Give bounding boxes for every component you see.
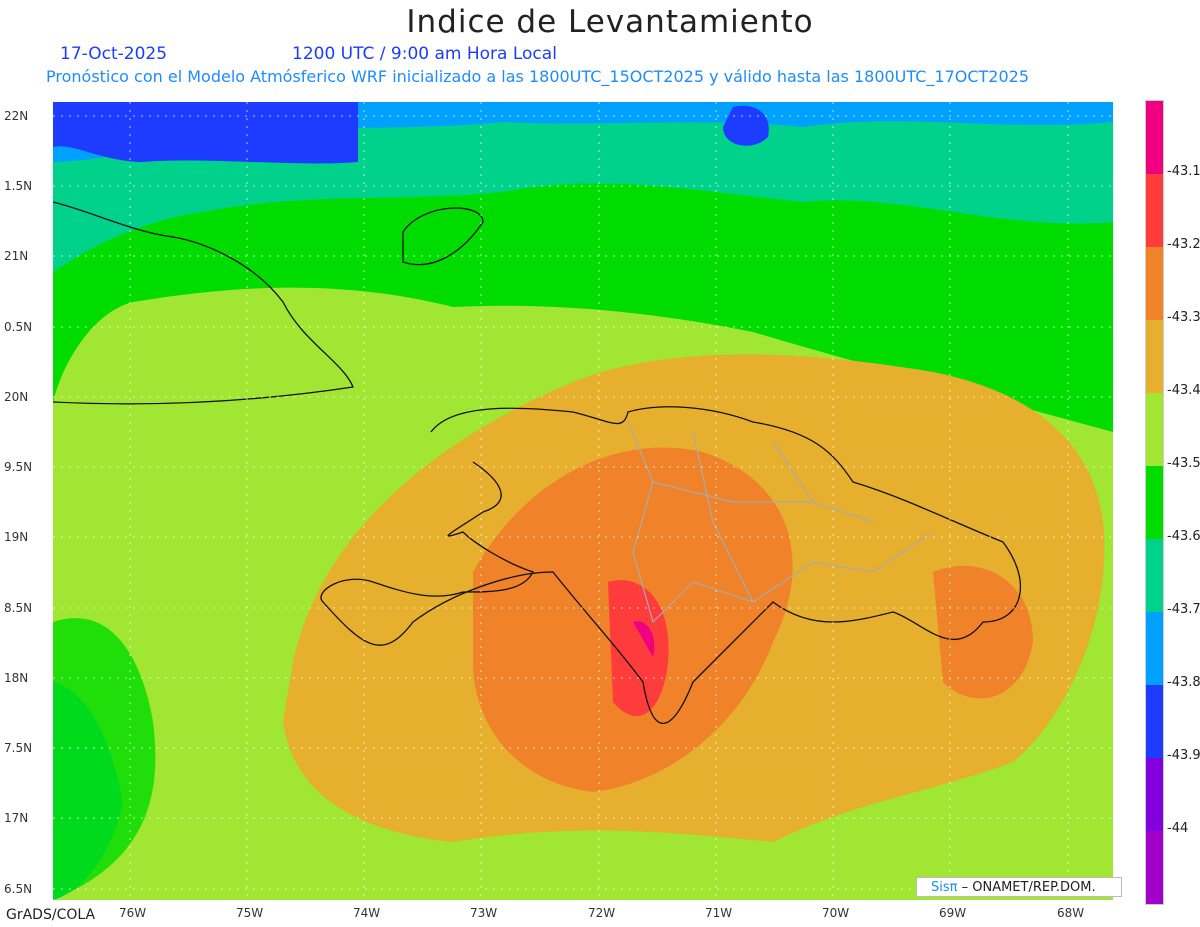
colorbar-label: -43.4 — [1167, 383, 1200, 398]
colorbar-label: -43.5 — [1167, 456, 1200, 471]
colorbar — [1145, 100, 1164, 905]
colorbar-swatch — [1146, 247, 1163, 320]
lat-label: 8.5N — [4, 601, 33, 615]
forecast-time: 1200 UTC / 9:00 am Hora Local — [292, 44, 557, 64]
lon-label: 76W — [119, 906, 147, 920]
lat-label: 22N — [4, 109, 29, 123]
lon-label: 74W — [353, 906, 381, 920]
forecast-date: 17-Oct-2025 — [60, 44, 168, 64]
lat-label: 9.5N — [4, 460, 33, 474]
lon-label: 71W — [705, 906, 733, 920]
lon-label: 73W — [470, 906, 498, 920]
grads-footer: GrADS/COLA — [6, 907, 96, 923]
lon-label: 75W — [236, 906, 264, 920]
colorbar-swatch — [1146, 831, 1163, 904]
lat-label: 17N — [4, 811, 29, 825]
colorbar-swatch — [1146, 320, 1163, 393]
lat-label: 20N — [4, 390, 29, 404]
colorbar-swatch — [1146, 685, 1163, 758]
lat-label: 7.5N — [4, 741, 33, 755]
colorbar-swatch — [1146, 174, 1163, 247]
colorbar-label: -43.3 — [1167, 310, 1200, 325]
colorbar-label: -43.6 — [1167, 529, 1200, 544]
colorbar-label: -43.1 — [1167, 164, 1200, 179]
colorbar-label: -43.7 — [1167, 602, 1200, 617]
lat-label: 0.5N — [4, 320, 33, 334]
lon-label: 72W — [588, 906, 616, 920]
field-blue — [53, 102, 358, 164]
colorbar-label: -43.9 — [1167, 748, 1200, 763]
lat-label: 19N — [4, 530, 29, 544]
lat-label: 1.5N — [4, 179, 33, 193]
lon-label: 70W — [822, 906, 850, 920]
credit-text: – ONAMET/REP.DOM. — [961, 880, 1096, 895]
lat-label: 6.5N — [4, 882, 33, 896]
map-title: Indice de Levantamiento — [406, 4, 814, 40]
lifted-index-map — [53, 102, 1113, 900]
sisp-logo: Sisπ — [931, 880, 958, 895]
colorbar-swatch — [1146, 466, 1163, 539]
lat-label: 18N — [4, 671, 29, 685]
lat-label: 21N — [4, 249, 29, 263]
lon-label: 68W — [1057, 906, 1085, 920]
colorbar-swatch — [1146, 758, 1163, 831]
lon-label: 69W — [939, 906, 967, 920]
colorbar-swatch — [1146, 539, 1163, 612]
colorbar-swatch — [1146, 612, 1163, 685]
colorbar-swatch — [1146, 393, 1163, 466]
credit-box: Sisπ – ONAMET/REP.DOM. — [916, 877, 1122, 897]
colorbar-label: -43.2 — [1167, 237, 1200, 252]
colorbar-swatch — [1146, 101, 1163, 174]
forecast-subtitle: Pronóstico con el Modelo Atmósferico WRF… — [46, 67, 1030, 86]
colorbar-label: -43.8 — [1167, 675, 1200, 690]
colorbar-label: -44 — [1167, 821, 1189, 836]
